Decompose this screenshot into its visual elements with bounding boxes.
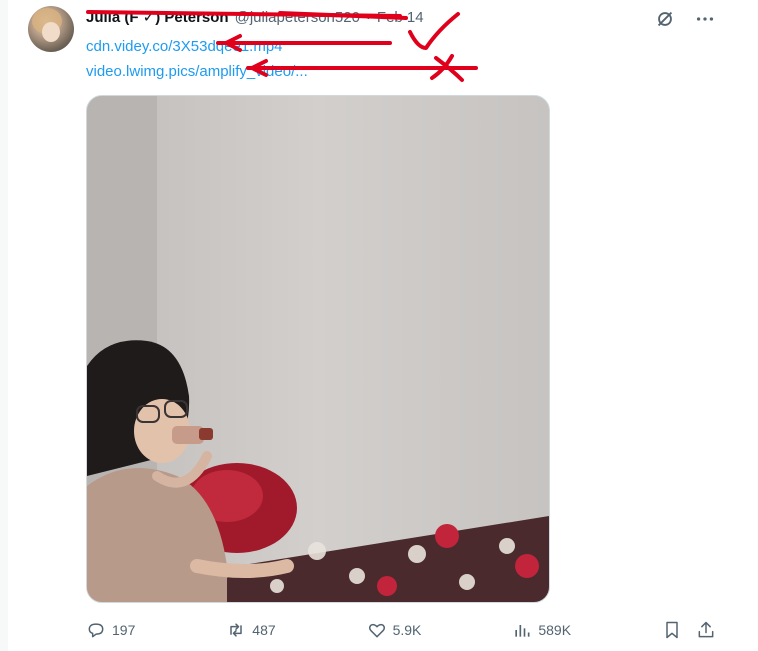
repost-button[interactable]: 487 (226, 620, 276, 640)
share-icon[interactable] (696, 620, 716, 640)
repost-count: 487 (252, 622, 276, 638)
link-videy[interactable]: cdn.videy.co/3X53dqee1.mp4 (86, 34, 308, 59)
avatar[interactable] (28, 6, 74, 52)
more-icon[interactable] (694, 8, 716, 30)
tweet-actions: 197 487 5.9K 589K (86, 617, 716, 643)
like-count: 5.9K (392, 622, 422, 638)
reply-icon (88, 623, 104, 638)
tweet-text: cdn.videy.co/3X53dqee1.mp4 video.lwimg.p… (86, 34, 308, 84)
views-count: 589K (538, 622, 572, 638)
page-background (730, 0, 758, 651)
grok-icon[interactable] (654, 8, 676, 30)
views-icon (515, 625, 530, 637)
views-button[interactable]: 589K (512, 620, 571, 640)
timestamp[interactable]: Feb 14 (377, 9, 424, 26)
video-frame (87, 96, 549, 602)
display-name[interactable]: Julia (F ✓) Peterson (86, 8, 229, 26)
bookmark-icon[interactable] (662, 620, 682, 640)
video-thumbnail[interactable] (86, 95, 550, 603)
tweet-secondary-actions (662, 620, 716, 640)
reply-count: 197 (112, 622, 136, 638)
link-lwimg[interactable]: video.lwimg.pics/amplify_video/... (86, 59, 308, 84)
handle[interactable]: @juliapeterson520 (235, 9, 360, 26)
repost-icon (230, 623, 243, 637)
tweet-header: Julia (F ✓) Peterson @juliapeterson520 ·… (86, 6, 424, 28)
separator-dot: · (365, 8, 371, 26)
reply-button[interactable]: 197 (86, 620, 135, 640)
like-icon (368, 623, 385, 638)
like-button[interactable]: 5.9K (367, 620, 422, 640)
tweet-card[interactable]: Julia (F ✓) Peterson @juliapeterson520 ·… (8, 0, 730, 651)
tweet-top-actions (654, 8, 716, 30)
